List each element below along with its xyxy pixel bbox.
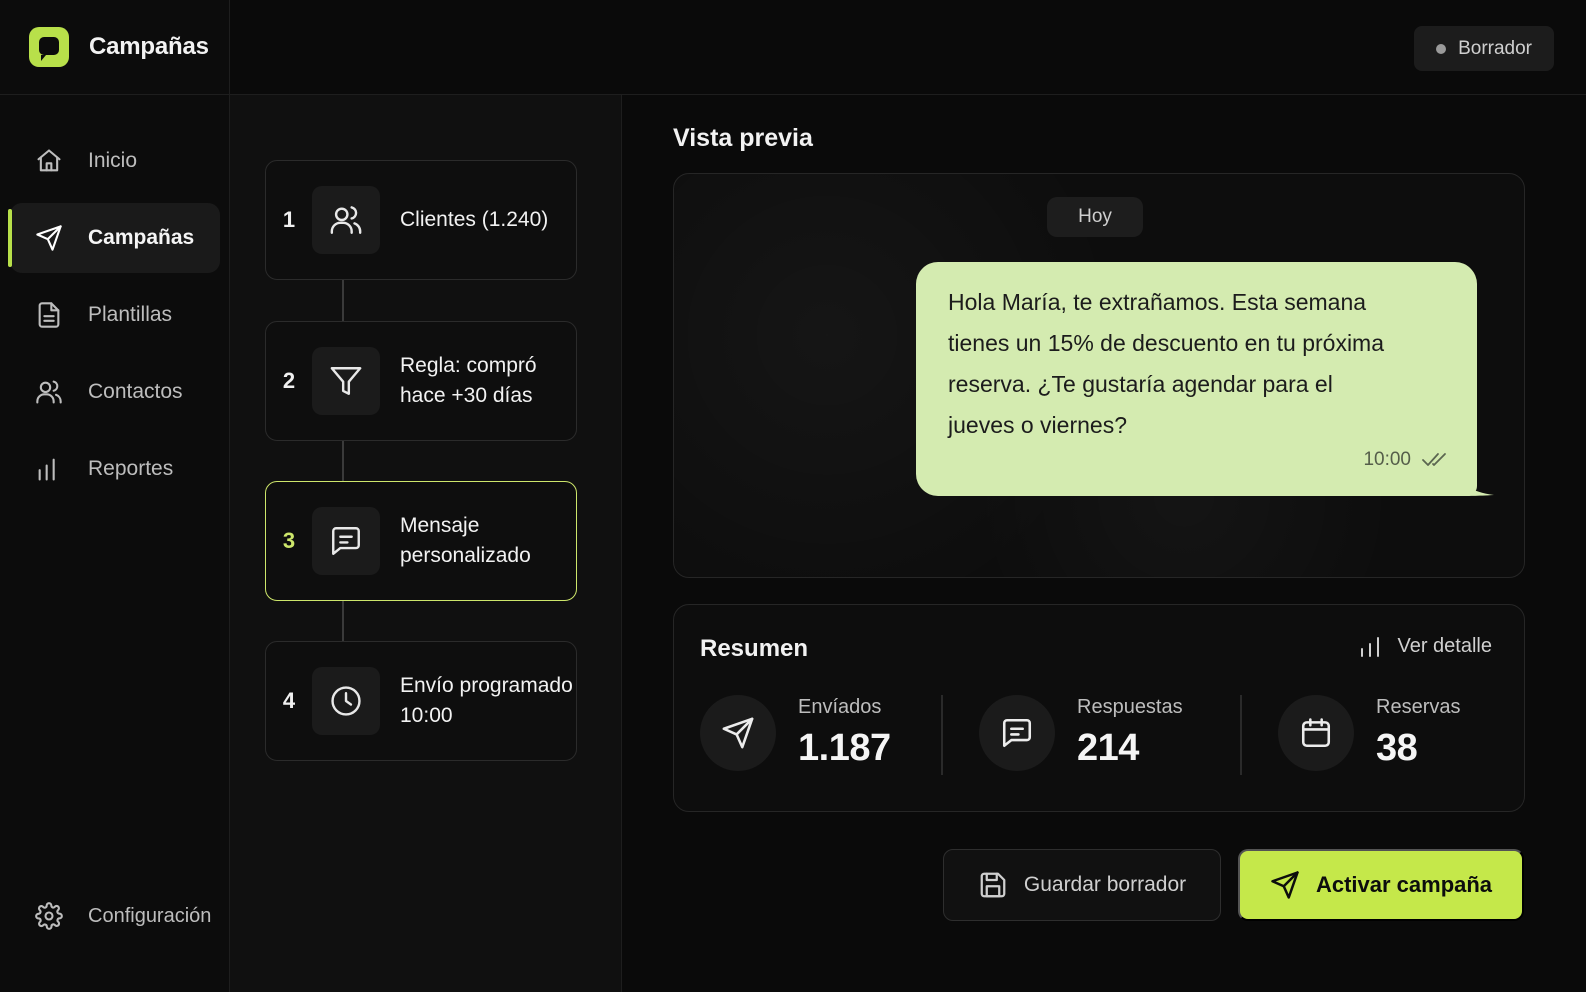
campaign-steps: 1 Clientes (1.240) 2 Regla: compró hace … <box>230 95 622 992</box>
sidebar-item-label: Plantillas <box>88 303 173 326</box>
view-detail-link[interactable]: Ver detalle <box>1359 635 1492 658</box>
status-dot <box>1436 43 1447 54</box>
calendar-icon <box>1278 695 1354 771</box>
app-title: Campañas <box>89 33 209 60</box>
sidebar-nav: Inicio Campañas Plantillas Contactos Rep… <box>0 126 230 511</box>
status-badge: Borrador <box>1414 26 1554 71</box>
summary-card: Resumen Ver detalle Envíados 1.187 Respu… <box>673 604 1525 812</box>
double-check-icon <box>1422 452 1446 466</box>
step-number: 4 <box>282 688 296 713</box>
activate-campaign-label: Activar campaña <box>1315 872 1493 897</box>
view-detail-label: Ver detalle <box>1397 635 1492 657</box>
stat-label: Respuestas <box>1077 696 1183 718</box>
step-label-line: personalizado <box>400 544 531 567</box>
gear-icon <box>35 902 63 930</box>
step-connector <box>342 439 344 482</box>
stat-value: 214 <box>1077 727 1139 769</box>
sidebar-item-label: Contactos <box>88 380 183 403</box>
send-icon <box>700 695 776 771</box>
sidebar-item-label: Reportes <box>88 457 174 480</box>
message-preview: Hoy Hola María, te extrañamos. Esta sema… <box>673 173 1525 578</box>
sidebar-item-campanas[interactable]: Campañas <box>8 203 220 273</box>
step-message[interactable]: 3 Mensaje personalizado <box>265 481 577 601</box>
home-icon <box>35 147 63 175</box>
clock-icon <box>312 667 380 735</box>
message-line: Hola María, te extrañamos. Esta semana <box>948 289 1367 315</box>
sidebar-item-inicio[interactable]: Inicio <box>10 126 220 196</box>
stat-bookings: Reservas 38 <box>1278 695 1460 771</box>
stat-label: Envíados <box>798 696 882 718</box>
bar-chart-icon <box>1361 636 1380 657</box>
message-icon <box>312 507 380 575</box>
stat-divider <box>941 695 943 775</box>
sidebar-item-contactos[interactable]: Contactos <box>10 357 220 427</box>
sidebar-item-label: Inicio <box>88 149 138 172</box>
step-schedule[interactable]: 4 Envío programado 10:00 <box>265 641 577 761</box>
stat-label: Reservas <box>1376 696 1461 718</box>
users-icon <box>35 378 63 406</box>
bubble-tail <box>1460 470 1494 496</box>
topbar: Borrador <box>230 0 1586 95</box>
step-label: Clientes (1.240) <box>400 205 548 235</box>
sidebar-item-configuracion[interactable]: Configuración <box>10 886 220 946</box>
summary-title: Resumen <box>700 635 809 662</box>
step-connector <box>342 278 344 321</box>
preview-title: Vista previa <box>673 124 813 152</box>
stat-value: 38 <box>1376 727 1418 769</box>
step-label-line: Regla: compró <box>400 354 537 377</box>
document-icon <box>35 301 63 329</box>
step-label: Regla: compró hace +30 días <box>400 351 537 411</box>
activate-campaign-button[interactable]: Activar campaña <box>1238 849 1524 921</box>
step-connector <box>342 599 344 642</box>
step-audience[interactable]: 1 Clientes (1.240) <box>265 160 577 280</box>
message-line: reserva. ¿Te gustaría agendar para el <box>948 371 1333 397</box>
step-label-line: Clientes (1.240) <box>400 208 549 231</box>
stat-value: 1.187 <box>798 727 891 769</box>
sidebar-item-plantillas[interactable]: Plantillas <box>10 280 220 350</box>
save-icon <box>980 872 1006 898</box>
step-label-line: Mensaje <box>400 514 480 537</box>
bar-chart-icon <box>35 455 63 483</box>
step-label: Mensaje personalizado <box>400 511 531 571</box>
step-label: Envío programado 10:00 <box>400 671 573 731</box>
sidebar: Campañas Inicio Campañas Plantillas Cont… <box>0 0 230 992</box>
sidebar-item-label: Campañas <box>88 226 195 249</box>
message-bubble: Hola María, te extrañamos. Esta semana t… <box>916 262 1477 496</box>
message-time: 10:00 <box>1363 449 1411 470</box>
filter-icon <box>312 347 380 415</box>
stat-divider <box>1240 695 1242 775</box>
step-number: 2 <box>282 368 296 393</box>
brand: Campañas <box>0 0 230 95</box>
settings-label: Configuración <box>88 904 212 927</box>
step-label-line: hace +30 días <box>400 384 533 407</box>
day-separator: Hoy <box>1047 197 1143 237</box>
users-icon <box>312 186 380 254</box>
step-label-line: 10:00 <box>400 704 453 727</box>
message-icon <box>979 695 1055 771</box>
save-draft-button[interactable]: Guardar borrador <box>943 849 1221 921</box>
send-icon <box>35 224 63 252</box>
stat-sent: Envíados 1.187 <box>700 695 891 771</box>
message-meta: 10:00 <box>1363 439 1451 480</box>
step-label-line: Envío programado <box>400 674 573 697</box>
message-line: tienes un 15% de descuento en tu próxima <box>948 330 1385 356</box>
status-label: Borrador <box>1458 37 1532 59</box>
save-draft-label: Guardar borrador <box>1023 873 1187 896</box>
step-rule[interactable]: 2 Regla: compró hace +30 días <box>265 321 577 441</box>
send-icon <box>1271 871 1299 899</box>
sidebar-item-reportes[interactable]: Reportes <box>10 434 220 504</box>
chat-bubble-icon <box>29 27 69 67</box>
stat-responses: Respuestas 214 <box>979 695 1183 771</box>
step-number: 1 <box>282 207 296 232</box>
step-number: 3 <box>282 528 296 553</box>
